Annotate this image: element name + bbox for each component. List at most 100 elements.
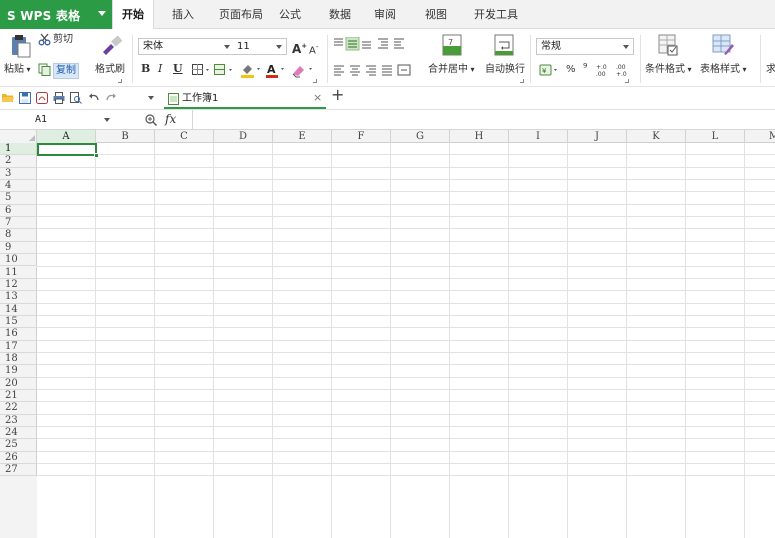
tab-insert[interactable]: 插入 xyxy=(163,0,203,29)
name-box-dropdown-icon[interactable] xyxy=(104,118,110,122)
row-header-27[interactable]: 27 xyxy=(0,464,37,477)
clear-format-icon[interactable] xyxy=(290,62,316,78)
column-header-j[interactable]: J xyxy=(568,130,627,143)
scissors-icon[interactable] xyxy=(38,33,51,46)
column-header-f[interactable]: F xyxy=(332,130,391,143)
paste-button[interactable]: 粘贴 ▾ xyxy=(4,63,31,77)
row-header-7[interactable]: 7 xyxy=(0,217,37,230)
copy-icon[interactable] xyxy=(38,63,51,76)
row-header-1[interactable]: 1 xyxy=(0,143,37,156)
merge-center-icon[interactable]: 7 xyxy=(442,34,462,56)
row-header-17[interactable]: 17 xyxy=(0,340,37,353)
tab-page-layout[interactable]: 页面布局 xyxy=(213,0,269,29)
wrap-text-button[interactable]: 自动换行 xyxy=(485,63,525,77)
row-header-25[interactable]: 25 xyxy=(0,439,37,452)
font-dialog-launcher-icon[interactable] xyxy=(313,79,317,83)
column-header-h[interactable]: H xyxy=(450,130,509,143)
insert-function-button[interactable]: fx xyxy=(165,112,176,126)
formula-input[interactable] xyxy=(192,110,775,129)
underline-button[interactable]: U xyxy=(173,62,183,76)
increase-decimal-icon[interactable]: +.0.00 xyxy=(596,63,610,78)
new-tab-icon[interactable]: + xyxy=(331,87,344,103)
print-icon[interactable] xyxy=(53,92,65,104)
row-header-9[interactable]: 9 xyxy=(0,241,37,255)
wrap-text-icon[interactable] xyxy=(494,34,514,56)
currency-icon[interactable]: ¥ xyxy=(539,63,561,77)
row-header-8[interactable]: 8 xyxy=(0,229,37,242)
border-icon[interactable] xyxy=(192,64,212,76)
cell-style-icon[interactable] xyxy=(214,64,236,76)
fill-handle[interactable] xyxy=(94,153,99,158)
grow-font-button[interactable]: A+ xyxy=(292,39,307,56)
document-tab[interactable]: 工作簿1 × xyxy=(164,89,326,109)
cut-button[interactable]: 剪切 xyxy=(53,33,73,47)
app-menu-button[interactable]: S WPS 表格 xyxy=(0,0,113,29)
row-header-10[interactable]: 10 xyxy=(0,254,37,267)
row-header-4[interactable]: 4 xyxy=(0,180,37,193)
save-icon[interactable] xyxy=(19,92,31,104)
zoom-search-icon[interactable] xyxy=(144,113,158,127)
row-header-6[interactable]: 6 xyxy=(0,204,37,218)
column-header-c[interactable]: C xyxy=(155,130,214,143)
row-header-22[interactable]: 22 xyxy=(0,402,37,415)
column-header-l[interactable]: L xyxy=(686,130,745,143)
row-header-23[interactable]: 23 xyxy=(0,414,37,428)
bold-button[interactable]: B xyxy=(141,62,150,76)
conditional-format-button[interactable]: 条件格式 ▾ xyxy=(645,63,692,77)
row-header-24[interactable]: 24 xyxy=(0,427,37,440)
thousands-separator-button[interactable]: ⁹ xyxy=(583,61,587,75)
format-painter-button[interactable]: 格式刷 xyxy=(95,63,125,77)
clipboard-dialog-launcher-icon[interactable] xyxy=(118,79,122,83)
alignment-dialog-launcher-icon[interactable] xyxy=(520,79,524,83)
row-header-14[interactable]: 14 xyxy=(0,303,37,316)
row-header-5[interactable]: 5 xyxy=(0,192,37,205)
row-header-15[interactable]: 15 xyxy=(0,315,37,329)
number-dialog-launcher-icon[interactable] xyxy=(625,79,629,83)
conditional-format-icon[interactable] xyxy=(658,34,678,56)
tab-view[interactable]: 视图 xyxy=(418,0,454,29)
open-folder-icon[interactable] xyxy=(2,92,14,104)
redo-icon[interactable] xyxy=(105,92,117,104)
tab-formulas[interactable]: 公式 xyxy=(272,0,308,29)
italic-button[interactable]: I xyxy=(158,62,162,76)
row-header-21[interactable]: 21 xyxy=(0,390,37,403)
tab-developer[interactable]: 开发工具 xyxy=(468,0,524,29)
percent-button[interactable]: % xyxy=(566,63,576,77)
table-style-button[interactable]: 表格样式 ▾ xyxy=(700,63,747,77)
close-tab-icon[interactable]: × xyxy=(313,91,322,105)
font-name-select[interactable]: 宋体 xyxy=(138,38,233,55)
copy-button[interactable]: 复制 xyxy=(53,63,79,79)
column-header-g[interactable]: G xyxy=(391,130,450,143)
column-header-m[interactable]: M xyxy=(745,130,775,143)
column-header-b[interactable]: B xyxy=(96,130,155,143)
font-color-icon[interactable]: A xyxy=(265,62,289,78)
row-header-12[interactable]: 12 xyxy=(0,278,37,292)
row-header-16[interactable]: 16 xyxy=(0,328,37,341)
row-header-3[interactable]: 3 xyxy=(0,167,37,181)
row-header-19[interactable]: 19 xyxy=(0,365,37,378)
decrease-decimal-icon[interactable]: .00 +.0 xyxy=(616,63,630,78)
sum-button-truncated[interactable]: 求 xyxy=(766,63,775,77)
merge-center-button[interactable]: 合并居中 ▾ xyxy=(428,63,475,77)
row-header-13[interactable]: 13 xyxy=(0,291,37,304)
row-header-20[interactable]: 20 xyxy=(0,377,37,390)
font-size-select[interactable]: 11 xyxy=(224,38,287,55)
print-preview-icon[interactable] xyxy=(70,92,82,104)
selected-cell-a1[interactable] xyxy=(37,143,97,156)
tab-data[interactable]: 数据 xyxy=(322,0,358,29)
customize-toolbar-icon[interactable] xyxy=(148,96,154,100)
shrink-font-button[interactable]: A- xyxy=(309,40,318,58)
row-header-18[interactable]: 18 xyxy=(0,352,37,366)
column-header-e[interactable]: E xyxy=(273,130,332,143)
name-box[interactable]: A1 xyxy=(0,110,114,129)
row-header-26[interactable]: 26 xyxy=(0,451,37,465)
number-format-select[interactable]: 常规 xyxy=(536,38,634,55)
format-painter-icon[interactable] xyxy=(100,35,124,55)
fill-color-icon[interactable] xyxy=(240,62,264,78)
paste-icon[interactable] xyxy=(6,34,34,58)
worksheet-grid[interactable]: ABCDEFGHIJKLM 1 2 3 4 5 6 7 8 9 10 11 12 13 14 15 16 17 1… xyxy=(0,130,775,538)
column-header-a[interactable]: A xyxy=(37,130,96,143)
row-header-11[interactable]: 11 xyxy=(0,266,37,279)
undo-icon[interactable] xyxy=(88,92,100,104)
column-header-i[interactable]: I xyxy=(509,130,568,143)
